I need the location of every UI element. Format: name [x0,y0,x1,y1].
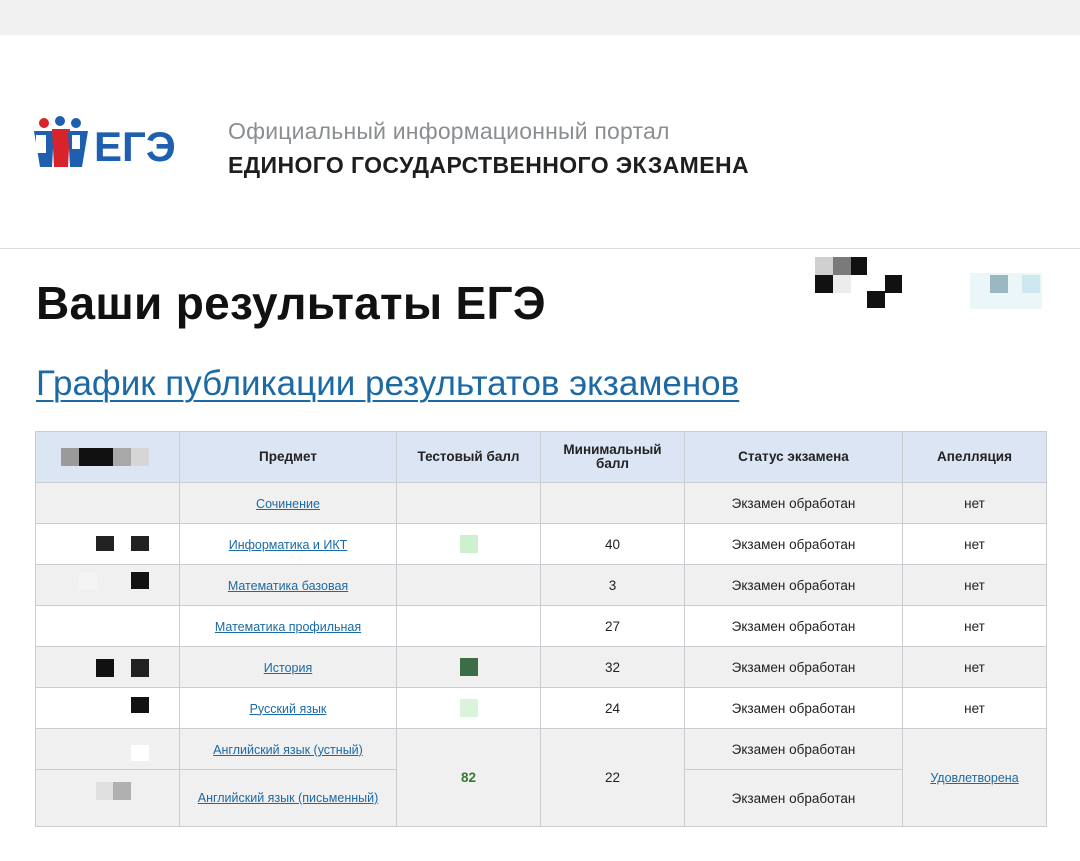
column-header-min-score: Минимальный балл [540,431,685,483]
status-cell: Экзамен обработан [684,605,903,647]
appeal-link[interactable]: Удовлетворена [930,771,1018,785]
appeal-cell: нет [902,482,1047,524]
subject-link[interactable]: Математика базовая [228,579,348,593]
appeal-cell: нет [902,646,1047,688]
column-header-subject: Предмет [179,431,397,483]
appeal-cell: нет [902,523,1047,565]
status-cell: Экзамен обработан [684,687,903,729]
column-header-status: Статус экзамена [684,431,903,483]
subject-link[interactable]: Математика профильная [215,620,361,634]
site-header: ЕГЭ Официальный информационный портал ЕД… [0,35,1080,249]
score-cell: 82 [396,728,541,827]
subject-link[interactable]: Сочинение [256,497,320,511]
subject-cell: Математика профильная [179,605,397,647]
schedule-link[interactable]: График публикации результатов экзаменов [36,364,739,404]
subject-link[interactable]: История [264,661,312,675]
status-cell: Экзамен обработан [684,646,903,688]
status-cell: Экзамен обработан [684,728,903,770]
min-score-cell [540,482,685,524]
score-cell [396,564,541,606]
redacted-score [459,699,478,717]
column-header-test-score: Тестовый балл [396,431,541,483]
score-cell [396,646,541,688]
table-row: Русский язык 24 Экзамен обработан нет [35,687,1047,729]
ege-logo[interactable]: ЕГЭ [30,115,190,175]
table-header-row: Предмет Тестовый балл Минимальный балл С… [35,431,1047,483]
redacted-cell [35,482,180,524]
min-score-cell: 22 [540,728,685,827]
subject-link[interactable]: Английский язык (устный) [213,743,363,757]
results-table: Предмет Тестовый балл Минимальный балл С… [35,431,1047,827]
page-title: Ваши результаты ЕГЭ [36,277,546,329]
logo-text: ЕГЭ [94,123,176,170]
status-cell: Экзамен обработан [684,769,903,827]
subject-cell: Русский язык [179,687,397,729]
redacted-score [459,658,478,676]
browser-top-bar [0,0,1080,35]
subject-cell: Английский язык (устный) [179,728,397,770]
score-cell [396,605,541,647]
ege-logo-icon: ЕГЭ [34,116,176,170]
table-row: Информатика и ИКТ 40 Экзамен обработан н… [35,523,1047,565]
min-score-cell: 32 [540,646,685,688]
min-score-cell: 24 [540,687,685,729]
redacted-score [459,535,478,553]
min-score-cell: 3 [540,564,685,606]
score-cell [396,523,541,565]
min-score-cell: 27 [540,605,685,647]
redacted-cell [35,564,180,606]
score-cell [396,687,541,729]
status-cell: Экзамен обработан [684,523,903,565]
status-cell: Экзамен обработан [684,564,903,606]
subject-link[interactable]: Информатика и ИКТ [229,538,348,552]
subject-link[interactable]: Русский язык [250,702,327,716]
score-cell [396,482,541,524]
table-row: Математика профильная 27 Экзамен обработ… [35,605,1047,647]
appeal-cell: Удовлетворена [902,728,1047,827]
column-header-appeal: Апелляция [902,431,1047,483]
portal-title: ЕДИНОГО ГОСУДАРСТВЕННОГО ЭКЗАМЕНА [228,152,749,178]
portal-subtitle: Официальный информационный портал [228,118,670,144]
subject-cell: История [179,646,397,688]
redacted-cell [35,728,180,770]
min-score-cell: 40 [540,523,685,565]
subject-cell: Математика базовая [179,564,397,606]
subject-cell: Английский язык (письменный) [179,769,397,827]
appeal-cell: нет [902,687,1047,729]
table-row: Сочинение Экзамен обработан нет [35,482,1047,524]
subject-cell: Сочинение [179,482,397,524]
appeal-cell: нет [902,605,1047,647]
table-row: Математика базовая 3 Экзамен обработан н… [35,564,1047,606]
score-value: 82 [460,770,477,785]
subject-link[interactable]: Английский язык (письменный) [198,791,379,805]
redacted-cell [35,605,180,647]
appeal-cell: нет [902,564,1047,606]
table-row: История 32 Экзамен обработан нет [35,646,1047,688]
status-cell: Экзамен обработан [684,482,903,524]
table-row: Английский язык (устный) 82 22 Экзамен о… [35,728,1047,827]
subject-cell: Информатика и ИКТ [179,523,397,565]
redacted-cell [35,687,180,729]
